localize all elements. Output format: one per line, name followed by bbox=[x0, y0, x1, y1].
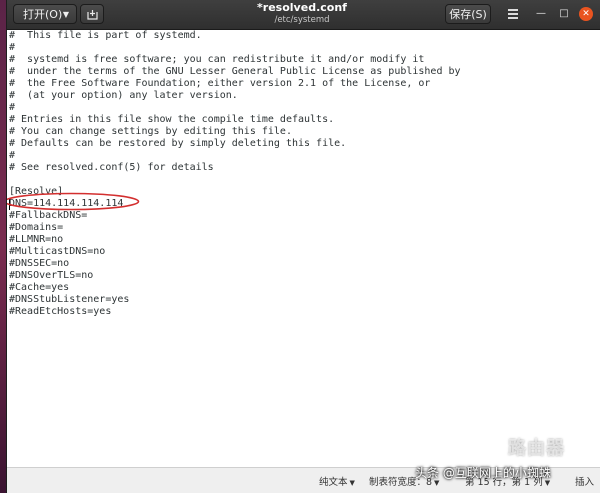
save-button[interactable]: 保存(S) bbox=[445, 4, 491, 24]
code-line: #MulticastDNS=no bbox=[9, 246, 106, 257]
window-title: *resolved.conf /etc/systemd bbox=[207, 1, 397, 26]
code-line: # See resolved.conf(5) for details bbox=[9, 162, 214, 173]
code-line: # Defaults can be restored by simply del… bbox=[9, 138, 347, 149]
header-bar: 打开(O) ▼ *resolved.conf /etc/systemd 保存(S… bbox=[7, 0, 600, 30]
chevron-down-icon: ▼ bbox=[62, 10, 69, 19]
code-line: #Cache=yes bbox=[9, 282, 70, 293]
annotation-ellipse bbox=[7, 192, 140, 211]
syntax-label: 纯文本 bbox=[319, 477, 348, 488]
code-line: #LLMNR=no bbox=[9, 234, 64, 245]
maximize-icon[interactable]: □ bbox=[558, 8, 570, 20]
close-icon[interactable]: ✕ bbox=[579, 7, 593, 21]
code-line: # the Free Software Foundation; either v… bbox=[9, 78, 431, 89]
code-line: # bbox=[9, 150, 16, 161]
code-line: # This file is part of systemd. bbox=[9, 30, 202, 41]
watermark-signature: 头条 @互联网上的小蜘蛛 bbox=[415, 466, 551, 480]
code-line: # under the terms of the GNU Lesser Gene… bbox=[9, 66, 461, 77]
code-line: # systemd is free software; you can redi… bbox=[9, 54, 425, 65]
chevron-down-icon: ▼ bbox=[349, 479, 355, 487]
code-line: # bbox=[9, 102, 16, 113]
code-line: #DNSSEC=no bbox=[9, 258, 70, 269]
minimize-icon[interactable]: — bbox=[535, 8, 547, 20]
code-line: #DNSStubListener=yes bbox=[9, 294, 130, 305]
code-line: # You can change settings by editing thi… bbox=[9, 126, 292, 137]
document-path: /etc/systemd bbox=[274, 15, 330, 25]
code-line: # (at your option) any later version. bbox=[9, 90, 238, 101]
hamburger-menu-icon[interactable] bbox=[506, 6, 520, 22]
insert-mode: 插入 bbox=[575, 477, 595, 488]
code-line: #FallbackDNS= bbox=[9, 210, 88, 221]
open-button-label: 打开(O) bbox=[23, 8, 63, 21]
code-line: #Domains= bbox=[9, 222, 64, 233]
text-editor[interactable]: # This file is part of systemd. # # syst… bbox=[7, 30, 600, 467]
gedit-window: 打开(O) ▼ *resolved.conf /etc/systemd 保存(S… bbox=[6, 0, 600, 493]
new-tab-button[interactable] bbox=[80, 4, 104, 24]
code-line: # bbox=[9, 42, 16, 53]
open-button[interactable]: 打开(O) ▼ bbox=[13, 4, 77, 24]
code-line: #ReadEtcHosts=yes bbox=[9, 306, 112, 317]
document-title: *resolved.conf bbox=[257, 1, 347, 14]
code-line: #DNSOverTLS=no bbox=[9, 270, 94, 281]
syntax-selector[interactable]: 纯文本 ▼ bbox=[319, 477, 355, 489]
router-logo-icon bbox=[465, 430, 495, 460]
new-document-icon bbox=[87, 10, 98, 20]
watermark-brand: 路由器 bbox=[508, 438, 565, 459]
code-line: # Entries in this file show the compile … bbox=[9, 114, 335, 125]
